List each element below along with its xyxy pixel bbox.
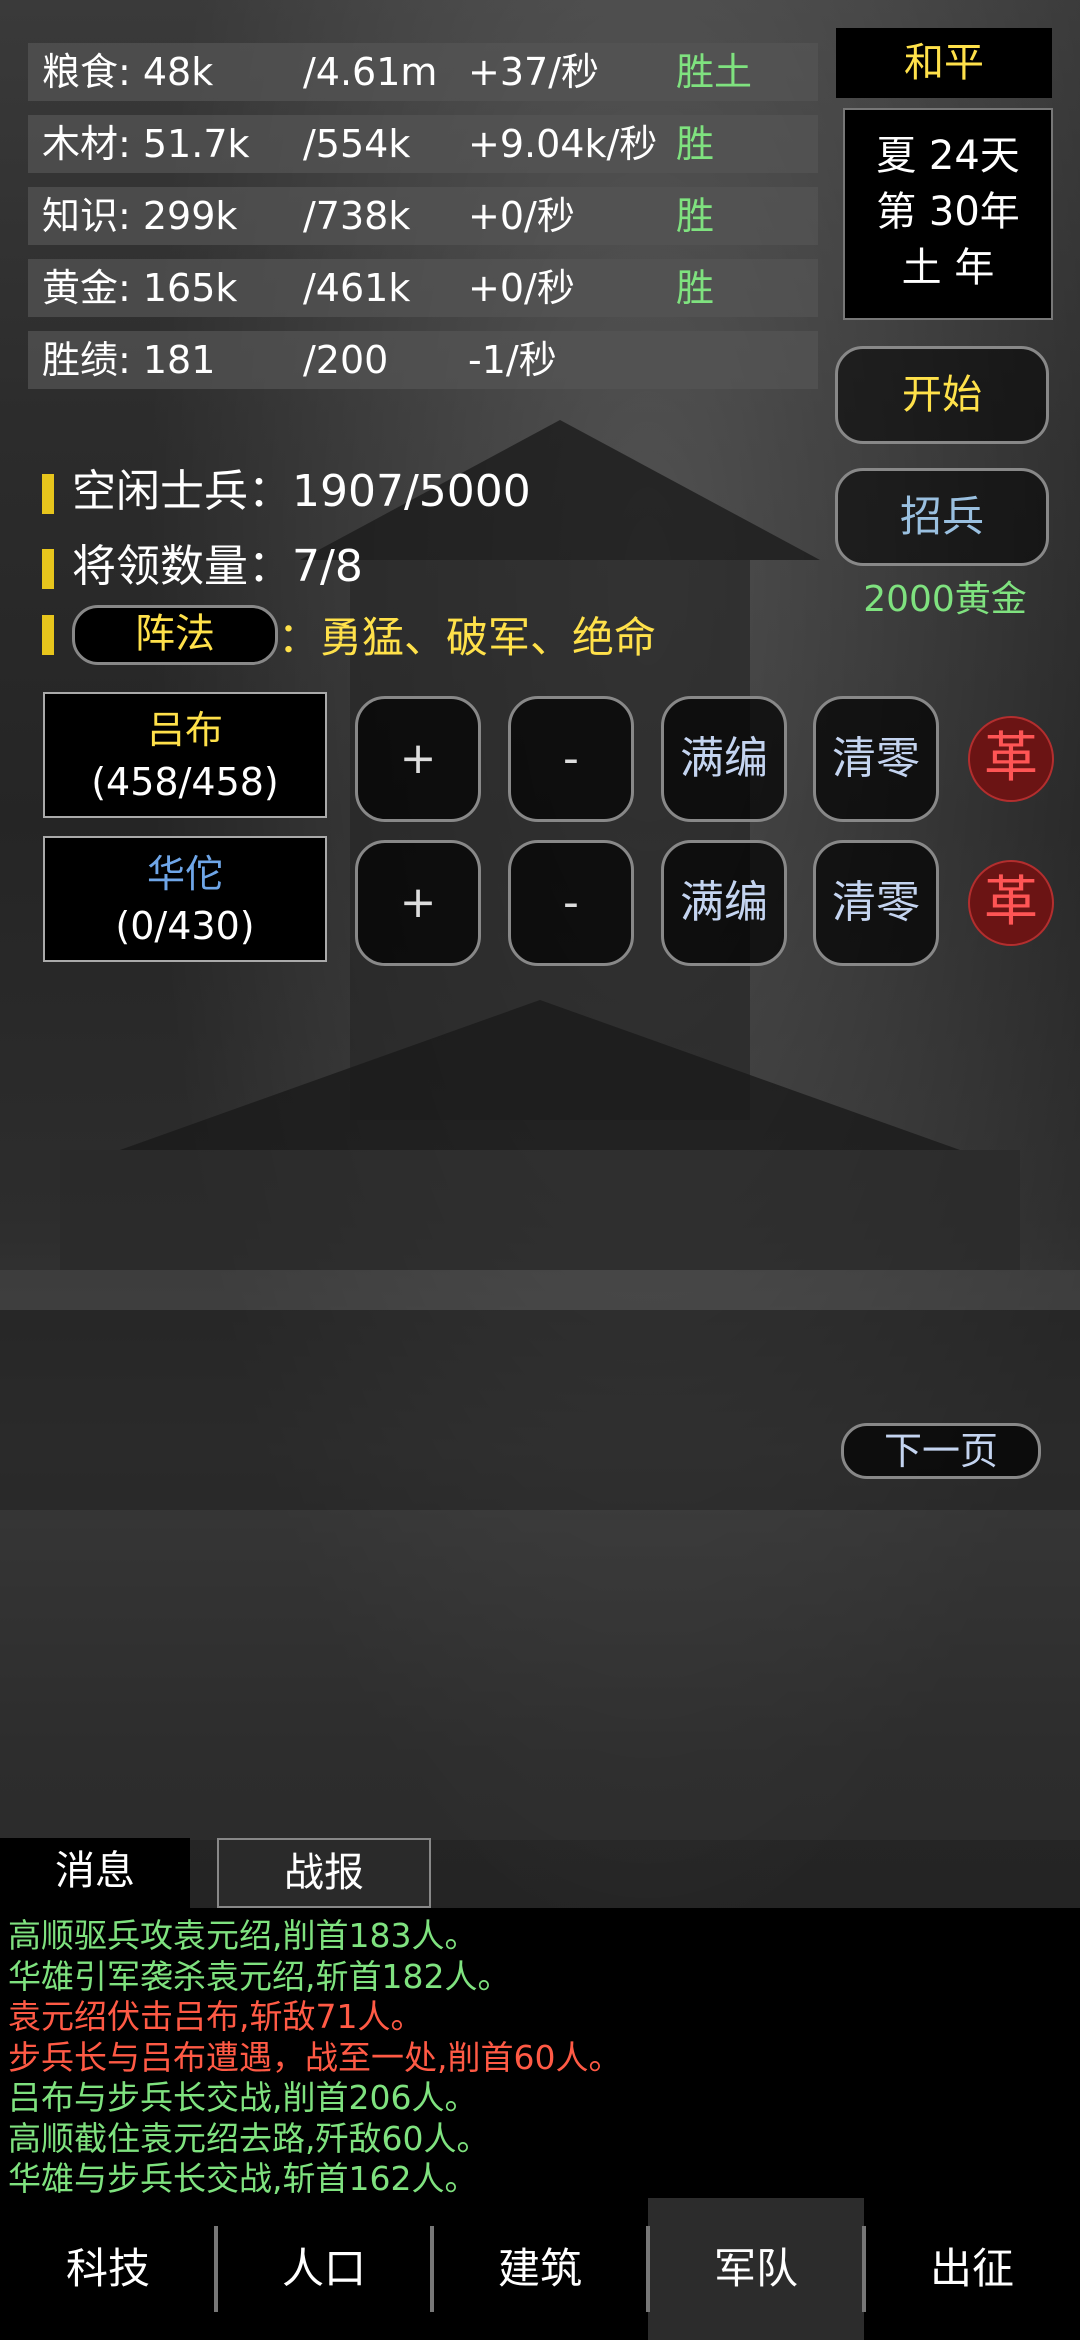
bottom-nav: 科技 人口 建筑 军队 出征	[0, 2198, 1080, 2340]
resource-rate: +0/秒	[468, 194, 575, 238]
dismiss-general-button[interactable]: 革	[968, 716, 1054, 802]
nav-buildings[interactable]: 建筑	[432, 2198, 648, 2340]
date-season-day: 夏 24天	[876, 133, 1020, 179]
resource-cap: /4.61m	[303, 50, 438, 94]
general-card[interactable]: 吕布 (458/458)	[43, 692, 327, 818]
nav-separator	[214, 2226, 218, 2312]
resource-name: 粮食: 48k	[42, 50, 214, 94]
remove-troops-button[interactable]: -	[508, 696, 634, 822]
general-troops: (0/430)	[115, 904, 255, 948]
bullet-marker	[42, 614, 54, 655]
formation-value: 勇猛、破军、绝命	[320, 613, 657, 662]
peace-status: 和平	[836, 28, 1052, 98]
log-entry: 步兵长与吕布遭遇，战至一处,削首60人。	[8, 2037, 622, 2077]
log-entry: 高顺驱兵攻袁元绍,削首183人。	[8, 1916, 478, 1955]
recruit-cost: 2000黄金	[863, 579, 1027, 620]
resource-rate: +9.04k/秒	[468, 122, 658, 166]
general-name: 华佗	[146, 852, 223, 896]
message-log: 高顺驱兵攻袁元绍,削首183人。 华雄引军袭杀袁元绍,斩首182人。 袁元绍伏击吕布…	[0, 1908, 1080, 2198]
date-panel: 夏 24天 第 30年 土 年	[843, 108, 1053, 320]
recruit-button[interactable]: 招兵	[835, 468, 1049, 566]
formation-button[interactable]: 阵法	[72, 604, 278, 665]
resource-cap: /200	[303, 338, 389, 382]
add-troops-button[interactable]: +	[355, 696, 481, 822]
log-entry: 吕布与步兵长交战,削首206人。	[8, 2078, 478, 2117]
add-troops-button[interactable]: +	[355, 840, 481, 966]
general-name: 吕布	[146, 708, 223, 752]
general-troops: (458/458)	[91, 760, 279, 804]
resource-name: 胜绩: 181	[42, 338, 216, 382]
remove-troops-button[interactable]: -	[508, 840, 634, 966]
clear-troops-button[interactable]: 清零	[813, 840, 939, 966]
resource-row: 知识: 299k/738k +0/秒 胜	[28, 187, 818, 245]
nav-population[interactable]: 人口	[216, 2198, 432, 2340]
dismiss-general-button[interactable]: 革	[968, 860, 1054, 946]
nav-separator	[862, 2226, 866, 2312]
idle-soldiers-text: 空闲士兵：1907/5000	[72, 466, 531, 517]
resource-row: 粮食: 48k/4.61m +37/秒 胜土	[28, 43, 818, 101]
resource-cap: /554k	[303, 122, 411, 166]
tab-messages[interactable]: 消息	[0, 1838, 190, 1908]
generals-count-line: 将领数量：7/8	[42, 530, 363, 594]
generals-count-text: 将领数量：7/8	[72, 541, 363, 592]
bullet-marker	[42, 549, 54, 589]
nav-expedition[interactable]: 出征	[864, 2198, 1080, 2340]
nav-separator	[430, 2226, 434, 2312]
tab-reports[interactable]: 战报	[217, 1838, 431, 1908]
resource-row: 胜绩: 181/200 -1/秒	[28, 331, 818, 389]
date-year: 第 30年	[876, 189, 1020, 235]
resource-rate: +0/秒	[468, 266, 575, 310]
resource-tag: 胜土	[676, 50, 753, 94]
log-entry: 华雄与步兵长交战,斩首162人。	[8, 2159, 478, 2198]
resource-name: 黄金: 165k	[42, 266, 238, 310]
resource-rate: +37/秒	[468, 50, 599, 94]
log-entry: 高顺截住袁元绍去路,歼敌60人。	[8, 2118, 490, 2158]
idle-soldiers-line: 空闲士兵：1907/5000	[42, 455, 531, 519]
log-entry: 华雄引军袭杀袁元绍,斩首182人。	[8, 1956, 511, 1996]
formation-colon: ：	[278, 613, 321, 662]
resource-rate: -1/秒	[468, 338, 557, 382]
nav-tech[interactable]: 科技	[0, 2198, 216, 2340]
date-element-year: 土 年	[901, 245, 995, 291]
log-entry: 袁元绍伏击吕布,斩敌71人。	[8, 1997, 424, 2036]
nav-army[interactable]: 军队	[648, 2198, 864, 2340]
resource-tag: 胜	[676, 122, 715, 166]
clear-troops-button[interactable]: 清零	[813, 696, 939, 822]
bullet-marker	[42, 474, 54, 514]
resource-row: 木材: 51.7k/554k +9.04k/秒胜	[28, 115, 818, 173]
formation-line: 阵法 ：勇猛、破军、绝命	[42, 604, 656, 665]
fill-troops-button[interactable]: 满编	[661, 840, 787, 966]
resource-name: 木材: 51.7k	[42, 122, 250, 166]
resource-name: 知识: 299k	[42, 194, 238, 238]
resource-tag: 胜	[676, 194, 715, 238]
resource-cap: /738k	[303, 194, 411, 238]
resource-tag: 胜	[676, 266, 715, 310]
fill-troops-button[interactable]: 满编	[661, 696, 787, 822]
start-button[interactable]: 开始	[835, 346, 1049, 444]
nav-separator	[646, 2226, 650, 2312]
resource-row: 黄金: 165k/461k +0/秒 胜	[28, 259, 818, 317]
general-card[interactable]: 华佗 (0/430)	[43, 836, 327, 962]
next-page-button[interactable]: 下一页	[841, 1423, 1041, 1479]
resource-cap: /461k	[303, 266, 411, 310]
